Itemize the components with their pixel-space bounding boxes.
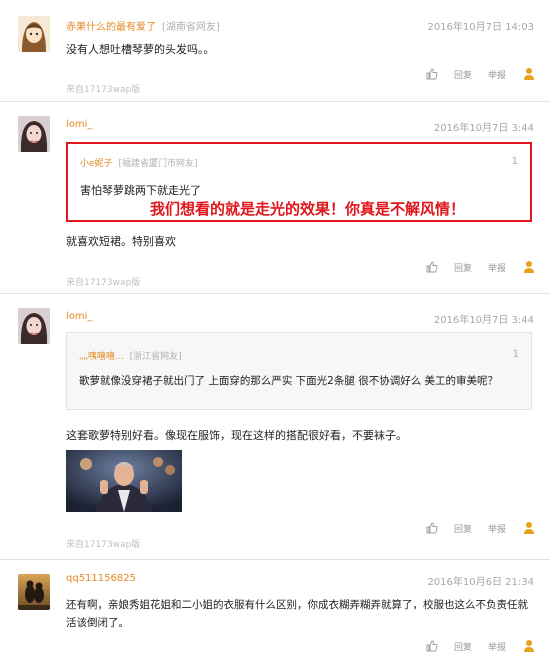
report-button[interactable]: 举报 [488, 522, 506, 535]
username-text[interactable]: 赤果什么的最有爱了 [66, 22, 156, 33]
reply-button[interactable]: 回复 [454, 640, 472, 653]
attached-image[interactable] [66, 450, 182, 512]
quote-floor-number: 1 [511, 156, 518, 167]
reply-button[interactable]: 回复 [454, 522, 472, 535]
report-button[interactable]: 举报 [488, 640, 506, 653]
thumbs-up-icon [426, 640, 438, 652]
reply-button[interactable]: 回复 [454, 68, 472, 81]
report-button[interactable]: 举报 [488, 261, 506, 274]
username[interactable]: lomi_ [66, 119, 92, 130]
highlight-caption: 我们想看的就是走光的效果！你真是不解风情！ [149, 200, 465, 218]
avatar[interactable] [18, 116, 50, 152]
like-button[interactable] [426, 261, 438, 273]
comment-item: lomi_ 2016年10月7日 3:44 灬咦嘻嘻... [浙江省网友] 1 歌… [0, 294, 550, 560]
username-text[interactable]: qq511156825 [66, 573, 136, 584]
report-button[interactable]: 举报 [488, 68, 506, 81]
comment-text: 这套歌萝特别好看。像现在服饰，现在这样的搭配很好看，不要袜子。 [66, 429, 407, 442]
report-user-icon[interactable] [522, 67, 536, 81]
report-user-icon[interactable] [522, 260, 536, 274]
comment-text: 就喜欢短裙。特别喜欢 [66, 235, 176, 248]
avatar[interactable] [18, 16, 50, 52]
comment-actions: 回复 举报 [410, 638, 536, 654]
quoted-user-location: [福建省厦门市网友] [118, 159, 198, 169]
quoted-text: 害怕琴萝跳两下就走光了 [80, 184, 201, 197]
username[interactable]: 赤果什么的最有爱了 [湖南省网友] [66, 18, 220, 33]
quote-floor-number: 1 [512, 349, 519, 360]
username[interactable]: qq511156825 [66, 573, 136, 584]
like-button[interactable] [426, 640, 438, 652]
post-time: 2016年10月7日 14:03 [427, 22, 534, 33]
username[interactable]: lomi_ [66, 311, 92, 322]
username-text[interactable]: lomi_ [66, 119, 92, 130]
comment-source: 来自17173wap版 [66, 540, 141, 550]
post-time: 2016年10月7日 3:44 [433, 315, 534, 326]
comment-source: 来自17173wap版 [66, 278, 141, 288]
user-location: [湖南省网友] [162, 22, 220, 33]
comment-text: 没有人想吐槽琴萝的头发吗。。 [66, 43, 215, 56]
comment-actions: 回复 举报 [410, 66, 536, 82]
quoted-user-location: [浙江省网友] [129, 352, 182, 362]
report-user-icon[interactable] [522, 639, 536, 653]
avatar[interactable] [18, 574, 50, 610]
comment-text-line: 还有啊，亲娘秀姐花姐和二小姐的衣服有什么区别，你成衣糊弄糊弄就算了，校服也这么不… [66, 599, 528, 611]
quoted-username[interactable]: 小e妮子 [福建省厦门市网友] [80, 156, 198, 169]
quoted-username-text[interactable]: 灬咦嘻嘻... [79, 352, 124, 362]
like-button[interactable] [426, 522, 438, 534]
quoted-username[interactable]: 灬咦嘻嘻... [浙江省网友] [79, 349, 182, 362]
comment-actions: 回复 举报 [410, 259, 536, 275]
username-text[interactable]: lomi_ [66, 311, 92, 322]
comment-text-line: 活该倒闭了。 [66, 617, 129, 629]
thumbs-up-icon [426, 68, 438, 80]
report-user-icon[interactable] [522, 521, 536, 535]
reply-button[interactable]: 回复 [454, 261, 472, 274]
thumbs-up-icon [426, 261, 438, 273]
quoted-username-text[interactable]: 小e妮子 [80, 159, 113, 169]
comment-item: lomi_ 2016年10月7日 3:44 小e妮子 [福建省厦门市网友] 1 害… [0, 102, 550, 294]
quoted-text: 歌萝就像没穿裙子就出门了 上面穿的那么严实 下面光2条腿 很不协调好么 美工的审… [79, 375, 499, 387]
like-button[interactable] [426, 68, 438, 80]
thumbs-up-icon [426, 522, 438, 534]
post-time: 2016年10月7日 3:44 [433, 123, 534, 134]
comment-item: qq511156825 2016年10月6日 21:34 还有啊，亲娘秀姐花姐和… [0, 560, 550, 657]
comment-item: 赤果什么的最有爱了 [湖南省网友] 2016年10月7日 14:03 没有人想吐槽… [0, 0, 550, 102]
avatar[interactable] [18, 308, 50, 344]
comment-actions: 回复 举报 [410, 520, 536, 536]
quoted-comment: 灬咦嘻嘻... [浙江省网友] 1 歌萝就像没穿裙子就出门了 上面穿的那么严实 下… [66, 332, 532, 410]
comment-source: 来自17173wap版 [66, 85, 141, 95]
post-time: 2016年10月6日 21:34 [427, 577, 534, 588]
